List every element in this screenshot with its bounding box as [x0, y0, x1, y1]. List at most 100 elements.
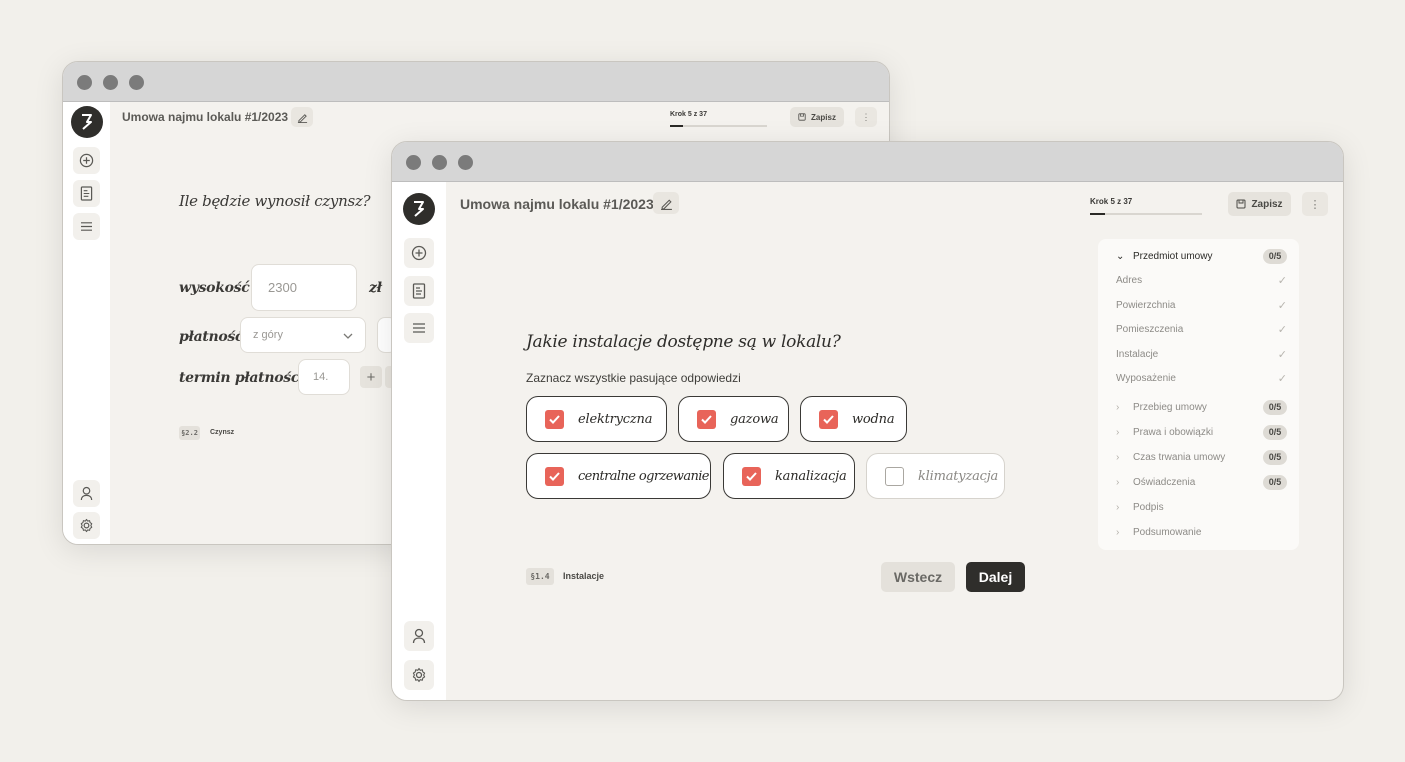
settings-icon[interactable]	[73, 512, 100, 539]
window-maximize-dot[interactable]	[458, 155, 473, 170]
chevron-right-icon: ›	[1116, 476, 1120, 488]
checkbox-checked[interactable]	[545, 409, 564, 429]
toc-label: Prawa i obowiązki	[1133, 426, 1214, 438]
title-bar	[63, 62, 889, 102]
window-close-dot[interactable]	[406, 155, 421, 170]
table-of-contents: ⌄ Przedmiot umowy 0/5 Adres ✓ Powierzchn…	[1098, 239, 1299, 550]
toc-label: Pomieszczenia	[1116, 323, 1184, 335]
check-icon	[549, 414, 560, 424]
list-icon[interactable]	[404, 313, 434, 343]
toc-label: Instalacje	[1116, 348, 1159, 360]
deadline-input[interactable]: 14.	[298, 359, 350, 395]
checkbox-unchecked[interactable]	[885, 466, 904, 486]
check-icon: ✓	[1277, 372, 1287, 385]
toc-section-prawa-i-obowiazki[interactable]: › Prawa i obowiązki 0/5	[1098, 422, 1299, 442]
check-icon	[823, 414, 834, 424]
add-icon[interactable]	[404, 238, 434, 268]
sidebar	[392, 182, 446, 700]
window-maximize-dot[interactable]	[129, 75, 144, 90]
progress-fill	[1090, 213, 1106, 215]
option-label: gazowa	[730, 411, 779, 427]
list-icon[interactable]	[73, 213, 100, 240]
pencil-icon[interactable]	[291, 107, 313, 127]
save-button[interactable]: Zapisz	[790, 107, 844, 127]
checkbox-checked[interactable]	[819, 409, 838, 429]
logo-icon[interactable]	[403, 193, 435, 225]
option-elektryczna[interactable]: elektryczna	[526, 396, 667, 442]
toc-label: Podsumowanie	[1133, 526, 1202, 538]
toc-section-podpis[interactable]: › Podpis	[1098, 497, 1299, 517]
add-icon[interactable]	[73, 147, 100, 174]
option-label: centralne ogrzewanie	[578, 468, 710, 484]
currency-label: zł	[369, 280, 382, 296]
chevron-down-icon: ⌄	[1116, 250, 1125, 262]
option-kanalizacja[interactable]: kanalizacja	[723, 453, 855, 499]
option-gazowa[interactable]: gazowa	[678, 396, 789, 442]
toc-item-wyposazenie[interactable]: Wyposażenie ✓	[1098, 368, 1299, 388]
section-name: Czynsz	[210, 429, 235, 436]
progress-bar	[1090, 213, 1202, 215]
check-icon	[549, 471, 560, 481]
checkbox-checked[interactable]	[742, 466, 761, 486]
document-icon[interactable]	[404, 276, 434, 306]
chevron-right-icon: ›	[1116, 451, 1120, 463]
toc-item-pomieszczenia[interactable]: Pomieszczenia ✓	[1098, 319, 1299, 339]
toc-label: Wyposażenie	[1116, 372, 1176, 384]
chevron-down-icon	[343, 333, 353, 339]
user-icon[interactable]	[73, 480, 100, 507]
toc-item-adres[interactable]: Adres ✓	[1098, 270, 1299, 290]
save-label: Zapisz	[1251, 198, 1283, 210]
window-minimize-dot[interactable]	[432, 155, 447, 170]
chevron-right-icon: ›	[1116, 501, 1120, 513]
document-icon[interactable]	[73, 180, 100, 207]
next-button[interactable]: Dalej	[966, 562, 1025, 592]
page-title: Umowa najmu lokalu #1/2023	[122, 110, 289, 124]
window-minimize-dot[interactable]	[103, 75, 118, 90]
toc-section-oswiadczenia[interactable]: › Oświadczenia 0/5	[1098, 472, 1299, 492]
question-title: Jakie instalacje dostępne są w lokalu?	[526, 332, 841, 352]
save-label: Zapisz	[811, 112, 836, 122]
progress-fill	[670, 125, 684, 127]
check-icon: ✓	[1277, 274, 1287, 287]
toc-section-przedmiot-umowy[interactable]: ⌄ Przedmiot umowy 0/5	[1098, 246, 1299, 266]
option-wodna[interactable]: wodna	[800, 396, 907, 442]
check-icon	[746, 471, 757, 481]
chevron-right-icon: ›	[1116, 401, 1120, 413]
check-icon	[701, 414, 712, 424]
toc-section-przebieg-umowy[interactable]: › Przebieg umowy 0/5	[1098, 397, 1299, 417]
progress-bar	[670, 125, 767, 127]
checkbox-checked[interactable]	[697, 409, 716, 429]
toc-section-czas-trwania-umowy[interactable]: › Czas trwania umowy 0/5	[1098, 447, 1299, 467]
option-label: elektryczna	[578, 411, 653, 427]
option-centralne-ogrzewanie[interactable]: centralne ogrzewanie	[526, 453, 711, 499]
increment-button[interactable]: +	[360, 366, 382, 388]
payment-select[interactable]: z góry	[240, 317, 366, 353]
more-icon[interactable]: ⋮	[855, 107, 877, 127]
toc-label: Podpis	[1133, 501, 1164, 513]
front-window: Umowa najmu lokalu #1/2023 Krok 5 z 37 Z…	[391, 141, 1344, 701]
payment-select-value: z góry	[253, 329, 283, 341]
more-icon[interactable]: ⋮	[1302, 192, 1328, 216]
user-icon[interactable]	[404, 621, 434, 651]
title-bar	[392, 142, 1343, 182]
page-title: Umowa najmu lokalu #1/2023	[460, 196, 654, 212]
toc-item-instalacje[interactable]: Instalacje ✓	[1098, 344, 1299, 364]
progress-badge: 0/5	[1263, 399, 1287, 415]
option-label: kanalizacja	[775, 468, 847, 484]
progress-badge: 0/5	[1263, 424, 1287, 440]
window-close-dot[interactable]	[77, 75, 92, 90]
settings-icon[interactable]	[404, 660, 434, 690]
option-klimatyzacja[interactable]: klimatyzacja	[866, 453, 1005, 499]
progress-badge: 0/5	[1263, 474, 1287, 490]
save-button[interactable]: Zapisz	[1228, 192, 1291, 216]
checkbox-checked[interactable]	[545, 466, 564, 486]
pencil-icon[interactable]	[653, 192, 679, 214]
section-tag: §2.2	[179, 426, 200, 440]
amount-input[interactable]: 2300	[251, 264, 357, 311]
back-button[interactable]: Wstecz	[881, 562, 955, 592]
toc-item-powierzchnia[interactable]: Powierzchnia ✓	[1098, 295, 1299, 315]
logo-icon[interactable]	[71, 106, 103, 138]
progress-badge: 0/5	[1263, 449, 1287, 465]
question-subtitle: Zaznacz wszystkie pasujące odpowiedzi	[526, 371, 741, 385]
toc-section-podsumowanie[interactable]: › Podsumowanie	[1098, 522, 1299, 542]
